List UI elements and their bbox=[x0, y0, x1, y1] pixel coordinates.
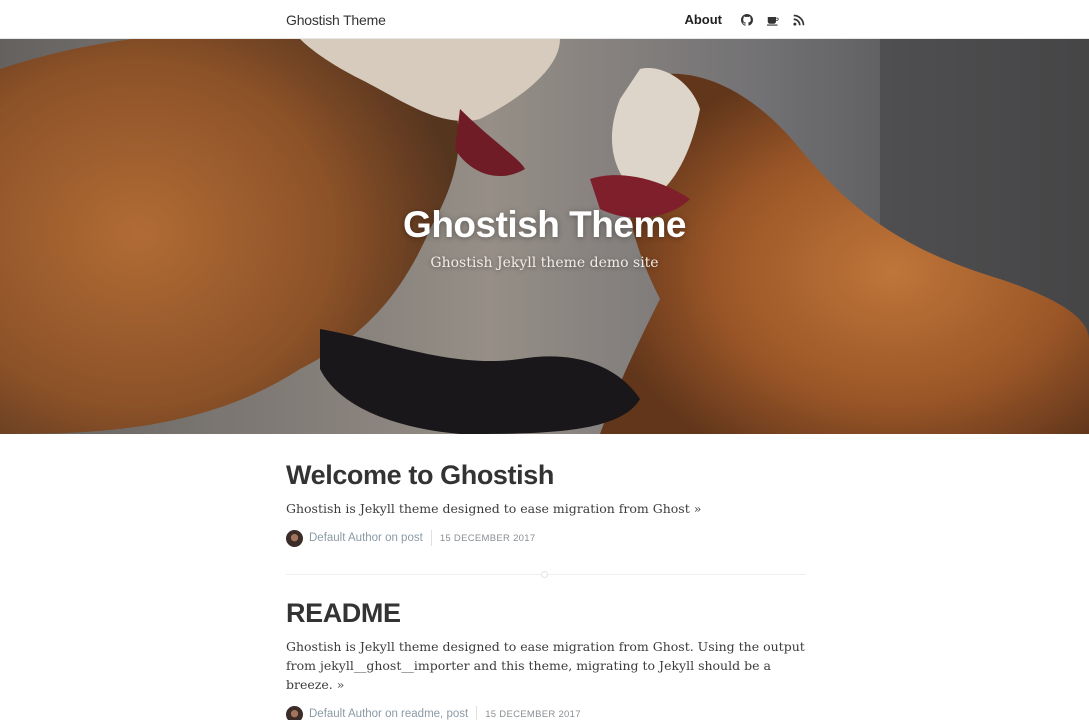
author-link[interactable]: Default Author on readme, post bbox=[309, 708, 468, 720]
post-date: 15 December 2017 bbox=[485, 708, 581, 720]
post-meta: Default Author on post 15 December 2017 bbox=[286, 529, 806, 547]
divider-dot bbox=[541, 571, 548, 578]
nav-container: Ghostish Theme About bbox=[286, 0, 806, 39]
post-list: Welcome to Ghostish Ghostish is Jekyll t… bbox=[286, 458, 806, 720]
post-excerpt: Ghostish is Jekyll theme designed to eas… bbox=[286, 501, 702, 516]
hero-banner: Ghostish Theme Ghostish Jekyll theme dem… bbox=[0, 39, 1089, 434]
hero-title: Ghostish Theme bbox=[403, 204, 686, 245]
coffee-icon[interactable] bbox=[766, 13, 780, 27]
avatar bbox=[286, 529, 303, 547]
post-title-link[interactable]: README bbox=[286, 596, 806, 630]
meta-divider bbox=[476, 706, 478, 720]
site-brand-link[interactable]: Ghostish Theme bbox=[286, 12, 386, 28]
post-title-link[interactable]: Welcome to Ghostish bbox=[286, 458, 806, 492]
rss-icon[interactable] bbox=[792, 13, 806, 27]
post-divider bbox=[286, 571, 806, 578]
post-meta: Default Author on readme, post 15 Decemb… bbox=[286, 705, 806, 720]
meta-divider bbox=[430, 530, 432, 546]
avatar bbox=[286, 705, 303, 720]
post-date: 15 December 2017 bbox=[439, 532, 536, 544]
hero-subtitle: Ghostish Jekyll theme demo site bbox=[430, 255, 659, 271]
post-item: Welcome to Ghostish Ghostish is Jekyll t… bbox=[286, 458, 806, 547]
author-link[interactable]: Default Author on post bbox=[309, 532, 423, 544]
post-excerpt: Ghostish is Jekyll theme designed to eas… bbox=[286, 639, 805, 692]
post-item: README Ghostish is Jekyll theme designed… bbox=[286, 596, 806, 720]
github-icon[interactable] bbox=[740, 13, 754, 27]
nav-links: About bbox=[684, 12, 806, 27]
nav-about-link[interactable]: About bbox=[684, 12, 722, 27]
top-nav: Ghostish Theme About bbox=[0, 0, 1089, 39]
